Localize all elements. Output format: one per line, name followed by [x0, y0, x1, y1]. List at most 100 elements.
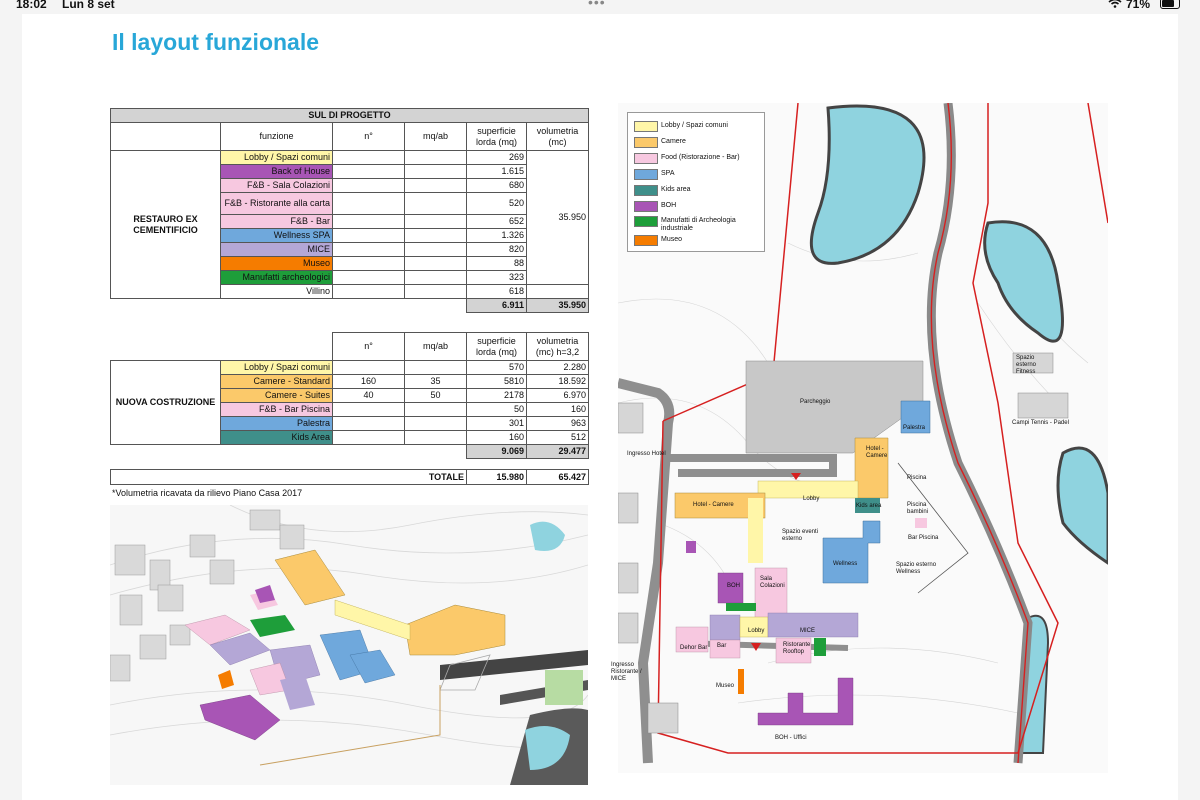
table-cell: 18.592	[526, 374, 589, 389]
total-volumetria: 35.950	[526, 298, 589, 313]
table-cell: 50	[466, 402, 527, 417]
table-nuova-costruzione: n° mq/ab superficie lorda (mq) volumetri…	[110, 332, 589, 459]
table-row-label: F&B - Sala Colazioni	[220, 178, 333, 193]
plan-label-spazio-fitness: Spazio esterno Fitness	[1016, 355, 1037, 375]
plan-label-boh-uffici: BOH - Uffici	[775, 735, 807, 741]
table-cell	[332, 402, 405, 417]
col-header-superficie: superficie lorda (mq)	[466, 332, 527, 361]
table-row-label: F&B - Bar Piscina	[220, 402, 333, 417]
table-cell: 2178	[466, 388, 527, 403]
table-title: SUL DI PROGETTO	[110, 108, 589, 123]
table-cell	[332, 416, 405, 431]
table-cell	[404, 402, 467, 417]
page-title: Il layout funzionale	[112, 29, 320, 55]
col-header-mqab: mq/ab	[404, 332, 467, 361]
table-row-label: Palestra	[220, 416, 333, 431]
col-header-volumetria: volumetria (mc)	[526, 122, 589, 151]
plan-label-bar: Bar	[717, 643, 727, 649]
multitasking-dots-icon[interactable]: •••	[588, 0, 606, 10]
total-superficie: 6.911	[466, 298, 527, 313]
plan-label-spazio-eventi: Spazio eventi esterno	[782, 529, 819, 542]
table-cell: 160	[466, 430, 527, 445]
plan-label-bar-piscina: Bar Piscina	[908, 535, 939, 541]
totale-label: TOTALE	[110, 469, 467, 485]
table-cell: 963	[526, 416, 589, 431]
plan-label-kids-area: Kids area	[856, 503, 882, 509]
table-cell: 5810	[466, 374, 527, 389]
table-cell: 618	[466, 284, 527, 299]
footnote: *Volumetria ricavata da rilievo Piano Ca…	[112, 488, 303, 498]
table-cell: 50	[404, 388, 467, 403]
col-header-volumetria: volumetria (mc) h=3,2	[526, 332, 589, 361]
table-cell: 680	[466, 178, 527, 193]
table-row-label: Manufatti archeologici	[220, 270, 333, 285]
table-cell: 1.615	[466, 164, 527, 179]
table-cell: 652	[466, 214, 527, 229]
table-cell: 520	[466, 192, 527, 215]
table-cell	[404, 430, 467, 445]
table-row-label: MICE	[220, 242, 333, 257]
plan-label-spazio-wellness: Spazio esterno Wellness	[896, 562, 937, 575]
table-sul-progetto: SUL DI PROGETTO funzione n° mq/ab superf…	[110, 108, 589, 313]
table-cell: 6.970	[526, 388, 589, 403]
table-cell: 2.280	[526, 360, 589, 375]
plan-label-hotel-camere-east: Hotel - Camere	[866, 446, 888, 459]
battery-icon	[1160, 0, 1180, 9]
wifi-icon	[1108, 0, 1122, 11]
col-header-mqab: mq/ab	[404, 122, 467, 151]
table-cell: 1.326	[466, 228, 527, 243]
plan-label-piscina-bambini: Piscina bambini	[907, 502, 929, 515]
volumetria-group-value: 35.950	[526, 150, 589, 285]
section-label: RESTAURO EX CEMENTIFICIO	[110, 150, 221, 299]
col-header-n: n°	[332, 332, 405, 361]
plan-label-palestra: Palestra	[903, 425, 926, 431]
table-row-label: Back of House	[220, 164, 333, 179]
col-header-superficie: superficie lorda (mq)	[466, 122, 527, 151]
table-cell	[332, 360, 405, 375]
total-superficie: 9.069	[466, 444, 527, 459]
plan-label-ingresso-ristorante: Ingresso Ristorante / MICE	[611, 662, 642, 682]
axonometric-render	[110, 505, 588, 785]
table-cell: 820	[466, 242, 527, 257]
plan-label-ingresso-hotel: Ingresso Hotel	[627, 451, 666, 457]
table-row-label: Lobby / Spazi comuni	[220, 150, 333, 165]
table-cell: 512	[526, 430, 589, 445]
table-cell: 269	[466, 150, 527, 165]
table-cell	[404, 360, 467, 375]
table-cell: 323	[466, 270, 527, 285]
status-date: Lun 8 set	[62, 0, 115, 11]
table-cell	[332, 430, 405, 445]
plan-label-parcheggio: Parcheggio	[800, 399, 831, 405]
status-time: 18:02	[16, 0, 47, 11]
col-header-n: n°	[332, 122, 405, 151]
table-cell: 160	[526, 402, 589, 417]
table-row-label: F&B - Ristorante alla carta	[220, 192, 333, 215]
col-header-funzione: funzione	[220, 122, 333, 151]
table-cell: 88	[466, 256, 527, 271]
table-cell: 301	[466, 416, 527, 431]
table-row-label: Camere - Suites	[220, 388, 333, 403]
table-row-label: Camere - Standard	[220, 374, 333, 389]
table-cell: 570	[466, 360, 527, 375]
plan-label-sala-colazioni: Sala Colazioni	[760, 576, 785, 589]
table-row-label: Villino	[220, 284, 333, 299]
table-row-label: Kids Area	[220, 430, 333, 445]
table-cell: 35	[404, 374, 467, 389]
plan-label-lobby: Lobby	[803, 496, 820, 502]
plan-legend: Lobby / Spazi comuni Camere Food (Ristor…	[627, 112, 765, 252]
plan-label-boh: BOH	[727, 583, 741, 589]
battery-percent: 71%	[1126, 0, 1151, 11]
table-row-label: F&B - Bar	[220, 214, 333, 229]
table-row-label: Museo	[220, 256, 333, 271]
plan-label-campi-tennis: Campi Tennis - Padel	[1012, 420, 1069, 426]
table-row-label: Lobby / Spazi comuni	[220, 360, 333, 375]
plan-label-piscina: Piscina	[907, 475, 927, 481]
total-volumetria: 29.477	[526, 444, 589, 459]
table-totale: TOTALE 15.980 65.427	[110, 469, 589, 485]
table-cell	[404, 416, 467, 431]
plan-label-mice: MICE	[800, 628, 815, 634]
plan-label-lobby-bottom: Lobby	[748, 628, 765, 634]
plan-label-dehor-bar: Dehor Bar	[680, 645, 708, 651]
table-cell: 160	[332, 374, 405, 389]
plan-label-museo: Museo	[716, 683, 735, 689]
